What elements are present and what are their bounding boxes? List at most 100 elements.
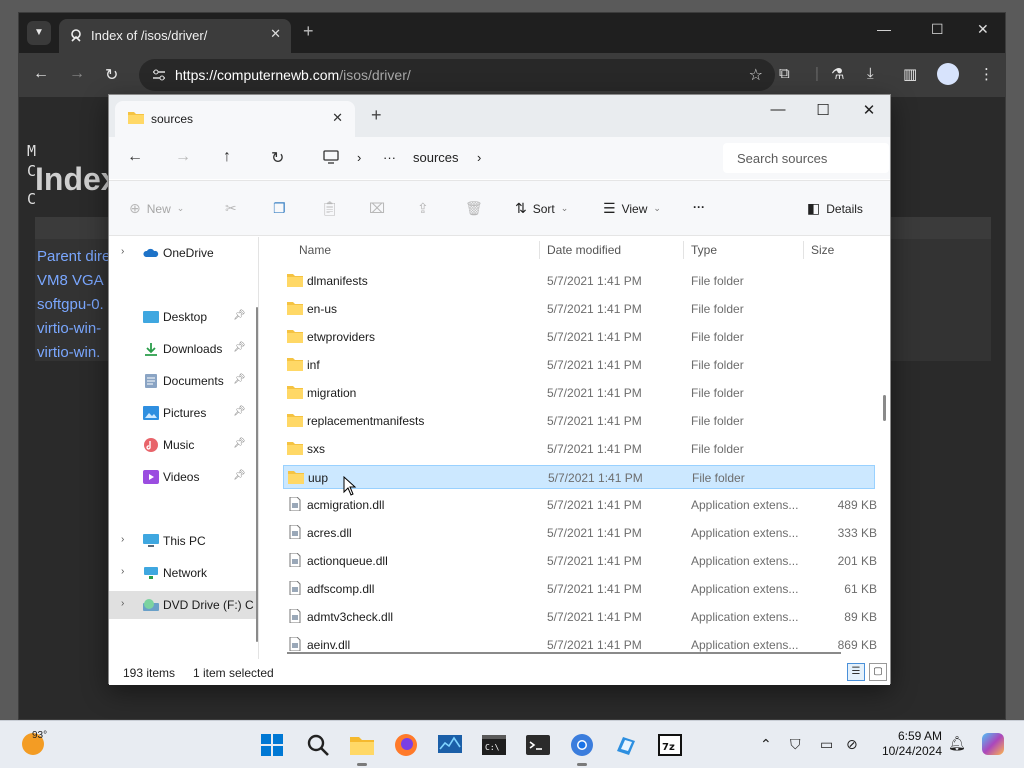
expand-chevron-icon[interactable]: › xyxy=(121,566,124,577)
firefox-icon[interactable] xyxy=(392,731,420,759)
cut-button[interactable]: ✂ xyxy=(225,200,237,217)
browser-tab[interactable]: Index of /isos/driver/ ✕ xyxy=(59,19,291,53)
menu-kebab-icon[interactable]: ⋮ xyxy=(979,65,994,83)
vm-app-icon[interactable] xyxy=(612,731,640,759)
breadcrumb[interactable]: › ··· sources › xyxy=(317,143,717,173)
profile-avatar[interactable] xyxy=(937,63,959,85)
file-list-scrollbar[interactable] xyxy=(883,395,886,421)
nav-item-documents[interactable]: Documents 📌︎ xyxy=(109,367,258,395)
side-panel-icon[interactable]: ▥ xyxy=(903,65,917,83)
paste-button[interactable]: 📋︎ xyxy=(321,200,339,217)
reload-icon[interactable]: ↻ xyxy=(105,65,118,85)
listing-link[interactable]: VM8 VGA xyxy=(37,269,110,293)
breadcrumb-folder[interactable]: sources xyxy=(413,150,459,165)
file-row[interactable]: acmigration.dll 5/7/2021 1:41 PM Applicati… xyxy=(283,493,877,517)
file-explorer-app-icon[interactable] xyxy=(348,731,376,766)
file-row[interactable]: uup 5/7/2021 1:41 PM File folder xyxy=(283,465,875,489)
search-input[interactable]: Search sources xyxy=(723,143,889,173)
file-row[interactable]: sxs 5/7/2021 1:41 PM File folder xyxy=(283,437,875,461)
expand-chevron-icon[interactable]: › xyxy=(121,534,124,545)
close-tab-icon[interactable]: ✕ xyxy=(332,110,343,126)
forward-icon[interactable]: → xyxy=(69,65,85,83)
details-pane-button[interactable]: ◧ Details xyxy=(807,200,863,217)
copy-button[interactable]: ❐ xyxy=(273,200,286,217)
nav-item-network[interactable]: › Network xyxy=(109,559,258,587)
see-more-button[interactable]: ··· xyxy=(693,200,705,214)
delete-button[interactable]: 🗑︎ xyxy=(465,200,483,217)
network-offline-icon[interactable]: ⛉ xyxy=(790,736,801,753)
nav-item-downloads[interactable]: Downloads 📌︎ xyxy=(109,335,258,363)
back-icon[interactable]: ← xyxy=(127,148,143,166)
column-divider[interactable] xyxy=(803,241,804,259)
details-view-icon[interactable]: ☰ xyxy=(847,663,865,681)
bookmark-star-icon[interactable]: ☆ xyxy=(749,65,763,85)
listing-link[interactable]: virtio-win. xyxy=(37,341,110,365)
back-icon[interactable]: ← xyxy=(33,65,49,83)
copilot-icon[interactable] xyxy=(982,733,1004,755)
nav-scrollbar[interactable] xyxy=(256,307,258,642)
share-button[interactable]: ⇪ xyxy=(417,200,429,217)
maximize-icon[interactable]: ☐ xyxy=(931,21,944,38)
resource-monitor-icon[interactable] xyxy=(436,731,464,759)
new-tab-button[interactable]: + xyxy=(371,105,382,126)
listing-link[interactable]: virtio-win- xyxy=(37,317,110,341)
command-prompt-icon[interactable]: C:\ xyxy=(480,731,508,759)
column-size[interactable]: Size xyxy=(811,243,834,257)
column-date-modified[interactable]: Date modified xyxy=(547,243,621,257)
clock[interactable]: 6:59 AM 10/24/2024 xyxy=(880,729,942,759)
breadcrumb-ellipsis[interactable]: ··· xyxy=(383,150,396,165)
nav-item-dvd-drive[interactable]: › DVD Drive (F:) C xyxy=(109,591,258,619)
display-icon[interactable]: ▭ xyxy=(820,736,833,753)
expand-chevron-icon[interactable]: › xyxy=(121,246,124,257)
file-row[interactable]: en-us 5/7/2021 1:41 PM File folder xyxy=(283,297,875,321)
rename-button[interactable]: ⌧ xyxy=(369,200,385,217)
start-windows-icon[interactable] xyxy=(258,731,286,759)
minimize-icon[interactable]: — xyxy=(763,101,793,118)
volume-muted-icon[interactable]: ⊘ xyxy=(846,736,858,753)
close-tab-icon[interactable]: ✕ xyxy=(270,26,281,42)
nav-item-desktop[interactable]: Desktop 📌︎ xyxy=(109,303,258,331)
nav-item-this-pc[interactable]: › This PC xyxy=(109,527,258,555)
file-row[interactable]: etwproviders 5/7/2021 1:41 PM File folder xyxy=(283,325,875,349)
close-window-icon[interactable]: ✕ xyxy=(977,21,989,38)
extensions-icon[interactable]: ⧉ xyxy=(779,65,790,82)
view-button[interactable]: ☰ View ⌄ xyxy=(603,200,661,217)
column-type[interactable]: Type xyxy=(691,243,717,257)
file-row[interactable]: migration 5/7/2021 1:41 PM File folder xyxy=(283,381,875,405)
forward-icon[interactable]: → xyxy=(175,148,191,166)
file-row[interactable]: replacementmanifests 5/7/2021 1:41 PM File… xyxy=(283,409,875,433)
sort-button[interactable]: ⇅ Sort ⌄ xyxy=(515,200,568,217)
file-row[interactable]: inf 5/7/2021 1:41 PM File folder xyxy=(283,353,875,377)
listing-link[interactable]: softgpu-0. xyxy=(37,293,110,317)
horizontal-scrollbar[interactable] xyxy=(287,652,841,654)
notification-bell-icon[interactable]: 🔔︎ xyxy=(948,735,966,752)
nav-item-onedrive[interactable]: › OneDrive xyxy=(109,239,258,267)
nav-item-pictures[interactable]: Pictures 📌︎ xyxy=(109,399,258,427)
tiles-view-icon[interactable]: ▢ xyxy=(869,663,887,681)
expand-chevron-icon[interactable]: › xyxy=(121,598,124,609)
chrome-icon[interactable] xyxy=(568,731,596,766)
nav-item-videos[interactable]: Videos 📌︎ xyxy=(109,463,258,491)
file-row[interactable]: acres.dll 5/7/2021 1:41 PM Application ext… xyxy=(283,521,877,545)
terminal-icon[interactable] xyxy=(524,731,552,759)
tray-chevron-up-icon[interactable]: ⌃ xyxy=(760,736,772,753)
column-divider[interactable] xyxy=(539,241,540,259)
address-bar[interactable]: https://computernewb.com/isos/driver/ ☆ xyxy=(139,59,775,91)
explorer-tab[interactable]: sources ✕ xyxy=(115,101,355,137)
file-row[interactable]: actionqueue.dll 5/7/2021 1:41 PM Applicati… xyxy=(283,549,877,573)
minimize-icon[interactable]: — xyxy=(877,21,891,37)
file-row[interactable]: dlmanifests 5/7/2021 1:41 PM File folder xyxy=(283,269,875,293)
7zip-icon[interactable]: 7z xyxy=(656,731,684,759)
new-button[interactable]: ⊕ New ⌄ xyxy=(129,200,184,217)
refresh-icon[interactable]: ↻ xyxy=(271,148,284,168)
maximize-icon[interactable]: ☐ xyxy=(808,101,838,119)
labs-flask-icon[interactable]: ⚗ xyxy=(831,65,844,83)
listing-link[interactable]: Parent dire xyxy=(37,245,110,269)
up-arrow-icon[interactable]: ↑ xyxy=(223,148,231,166)
search-icon[interactable] xyxy=(304,731,332,759)
site-info-icon[interactable] xyxy=(151,67,167,83)
column-divider[interactable] xyxy=(683,241,684,259)
file-row[interactable]: admtv3check.dll 5/7/2021 1:41 PM Applicati… xyxy=(283,605,877,629)
close-window-icon[interactable]: ✕ xyxy=(854,101,884,119)
file-row[interactable]: adfscomp.dll 5/7/2021 1:41 PM Application … xyxy=(283,577,877,601)
